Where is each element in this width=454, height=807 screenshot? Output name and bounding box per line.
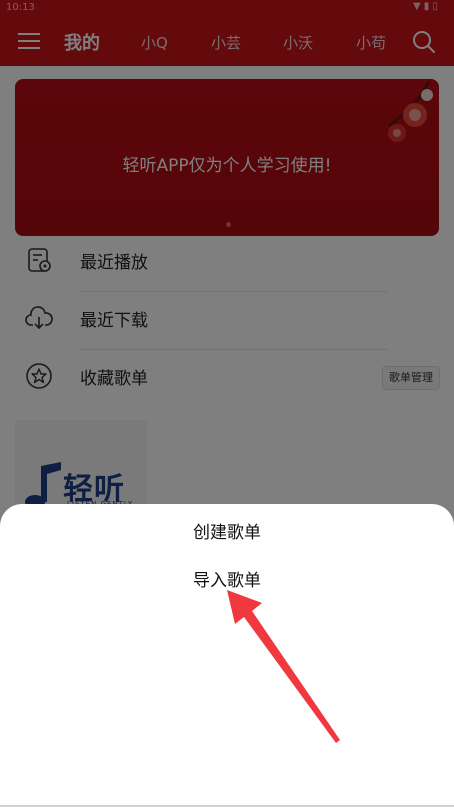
import-playlist-option[interactable]: 导入歌单 (0, 566, 454, 591)
create-playlist-option[interactable]: 创建歌单 (0, 518, 454, 543)
bottom-sheet: 创建歌单 导入歌单 (0, 504, 454, 807)
